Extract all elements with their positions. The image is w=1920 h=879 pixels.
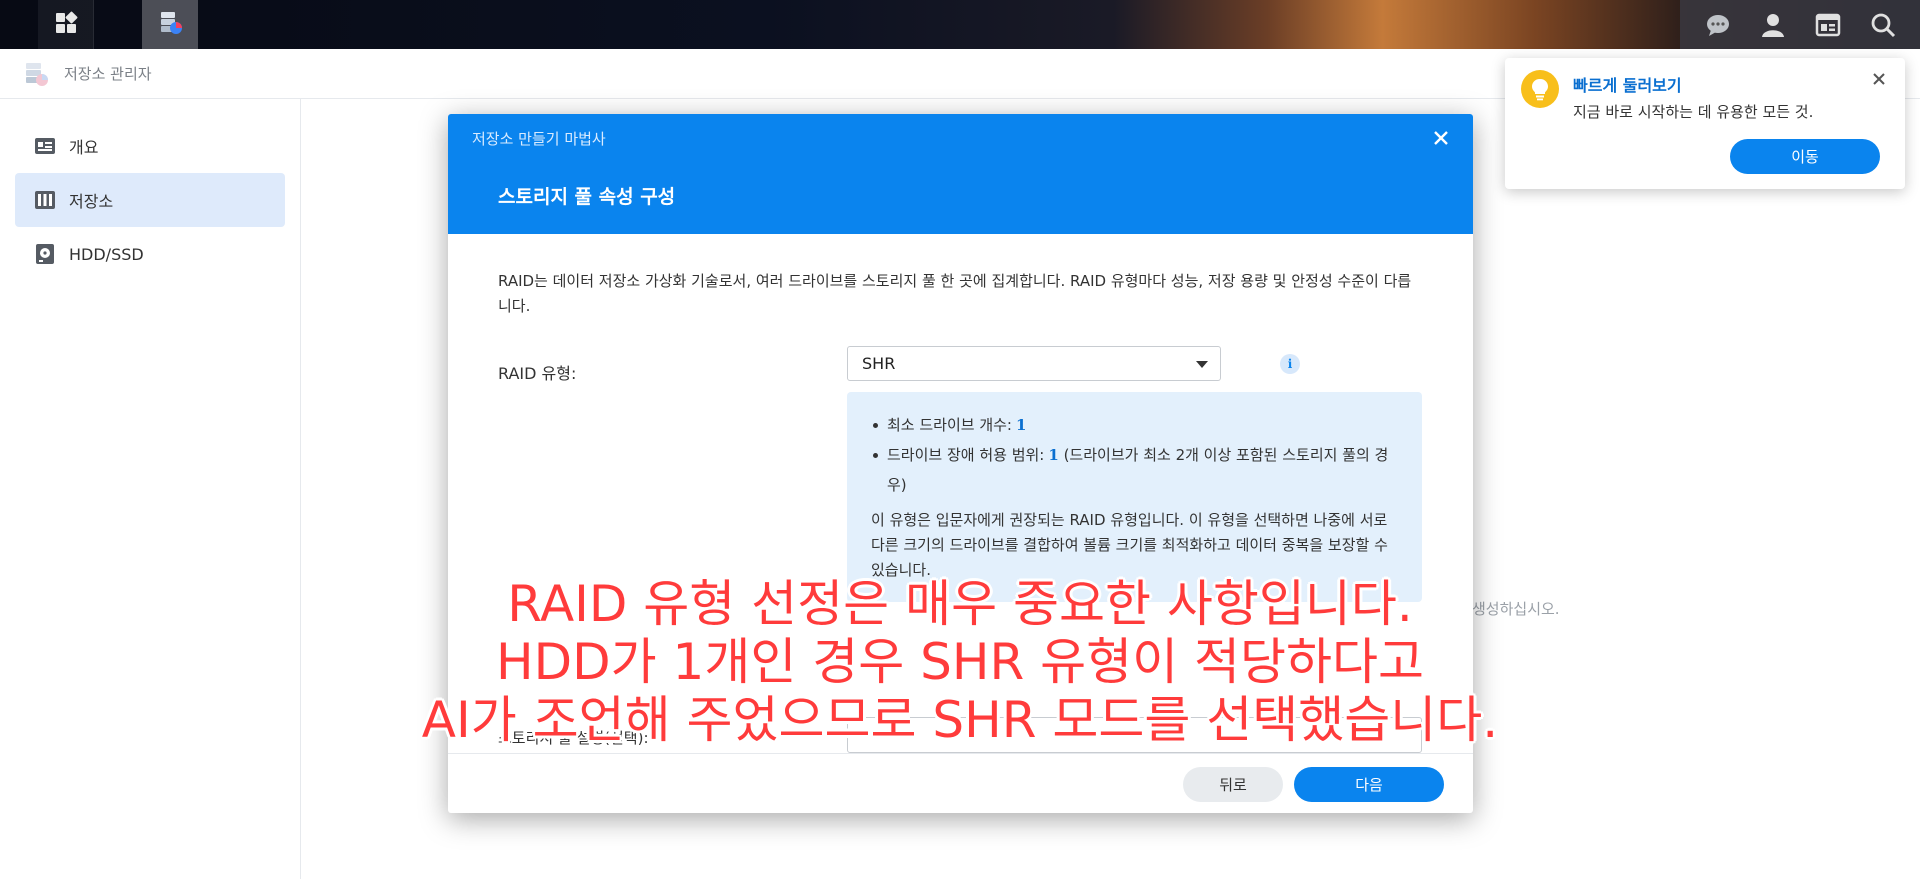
widget-icon[interactable] [1813,10,1843,40]
close-icon [1433,130,1449,150]
user-icon[interactable] [1758,10,1788,40]
raid-info-box: 최소 드라이브 개수: 1 드라이브 장애 허용 범위: 1 (드라이브가 최소 2… [847,392,1422,602]
next-button[interactable]: 다음 [1294,767,1444,802]
raid-type-select[interactable]: SHR [847,346,1221,381]
storage-manager-icon [156,9,184,41]
sidebar-item-label: HDD/SSD [69,244,144,264]
back-button[interactable]: 뒤로 [1183,767,1283,802]
sidebar-item-label: 개요 [69,138,99,157]
hdd-icon [33,242,57,266]
sidebar-item-storage[interactable]: 저장소 [15,173,285,227]
window-title: 저장소 관리자 [64,65,152,83]
dialog-footer: 뒤로 다음 [448,753,1473,813]
dialog-body: RAID는 데이터 저장소 가상화 기술로서, 여러 드라이브를 스토리지 풀 … [498,269,1423,753]
raid-type-paragraph: 이 유형은 입문자에게 권장되는 RAID 유형입니다. 이 유형을 선택하면 … [871,511,1388,579]
overlay-caption: RAID 유형 선정은 매우 중요한 사항입니다. HDD가 1개인 경우 SH… [0,575,1920,749]
toast-text: 지금 바로 시작하는 데 유용한 모든 것. [1573,103,1814,121]
raid-type-value: SHR [862,354,896,373]
sidebar-item-overview[interactable]: 개요 [15,119,285,173]
raid-description: RAID는 데이터 저장소 가상화 기술로서, 여러 드라이브를 스토리지 풀 … [498,272,1412,315]
sidebar-item-label: 저장소 [69,192,114,211]
info-icon[interactable]: i [1280,354,1300,374]
storage-manager-taskbar-button[interactable] [142,0,198,49]
taskbar [0,0,1920,49]
wizard-title: 저장소 만들기 마법사 [472,130,606,148]
min-drives-label: 최소 드라이브 개수: [887,416,1012,434]
grid-icon [54,11,78,39]
main-menu-button[interactable] [38,0,94,49]
fault-tolerance-value: 1 [1048,446,1059,464]
chevron-down-icon [1196,361,1208,368]
lightbulb-icon [1521,70,1559,108]
caption-line-3: AI가 조언해 주었으므로 SHR 모드를 선택했습니다. [421,691,1499,749]
fault-tolerance-label: 드라이브 장애 허용 범위: [887,446,1045,464]
sidebar: 개요 저장소 HDD/SSD [0,99,301,879]
min-drives-item: 최소 드라이브 개수: 1 [871,410,1402,440]
sidebar-item-hdd-ssd[interactable]: HDD/SSD [15,227,285,281]
toast-title: 빠르게 둘러보기 [1573,76,1682,95]
fault-tolerance-item: 드라이브 장애 허용 범위: 1 (드라이브가 최소 2개 이상 포함된 스토리지… [871,440,1402,500]
step-title: 스토리지 풀 속성 구성 [498,186,676,208]
storage-icon [33,188,57,212]
toast-close-button[interactable] [1869,70,1889,90]
taskbar-tray [1680,0,1920,49]
dialog-close-button[interactable] [1429,128,1453,152]
dialog-header: 저장소 만들기 마법사 스토리지 풀 속성 구성 [448,114,1473,234]
caption-line-2: HDD가 1개인 경우 SHR 유형이 적당하다고 [496,633,1424,691]
caption-line-1: RAID 유형 선정은 매우 중요한 사항입니다. [507,575,1413,633]
quick-tour-notification: 빠르게 둘러보기 지금 바로 시작하는 데 유용한 모든 것. 이동 [1505,58,1905,189]
min-drives-value: 1 [1016,416,1027,434]
storage-manager-icon [22,60,50,88]
raid-type-label: RAID 유형: [498,364,577,383]
chat-icon[interactable] [1703,10,1733,40]
overview-icon [33,134,57,158]
search-icon[interactable] [1868,10,1898,40]
close-icon [1872,71,1886,90]
toast-go-button[interactable]: 이동 [1730,139,1880,174]
